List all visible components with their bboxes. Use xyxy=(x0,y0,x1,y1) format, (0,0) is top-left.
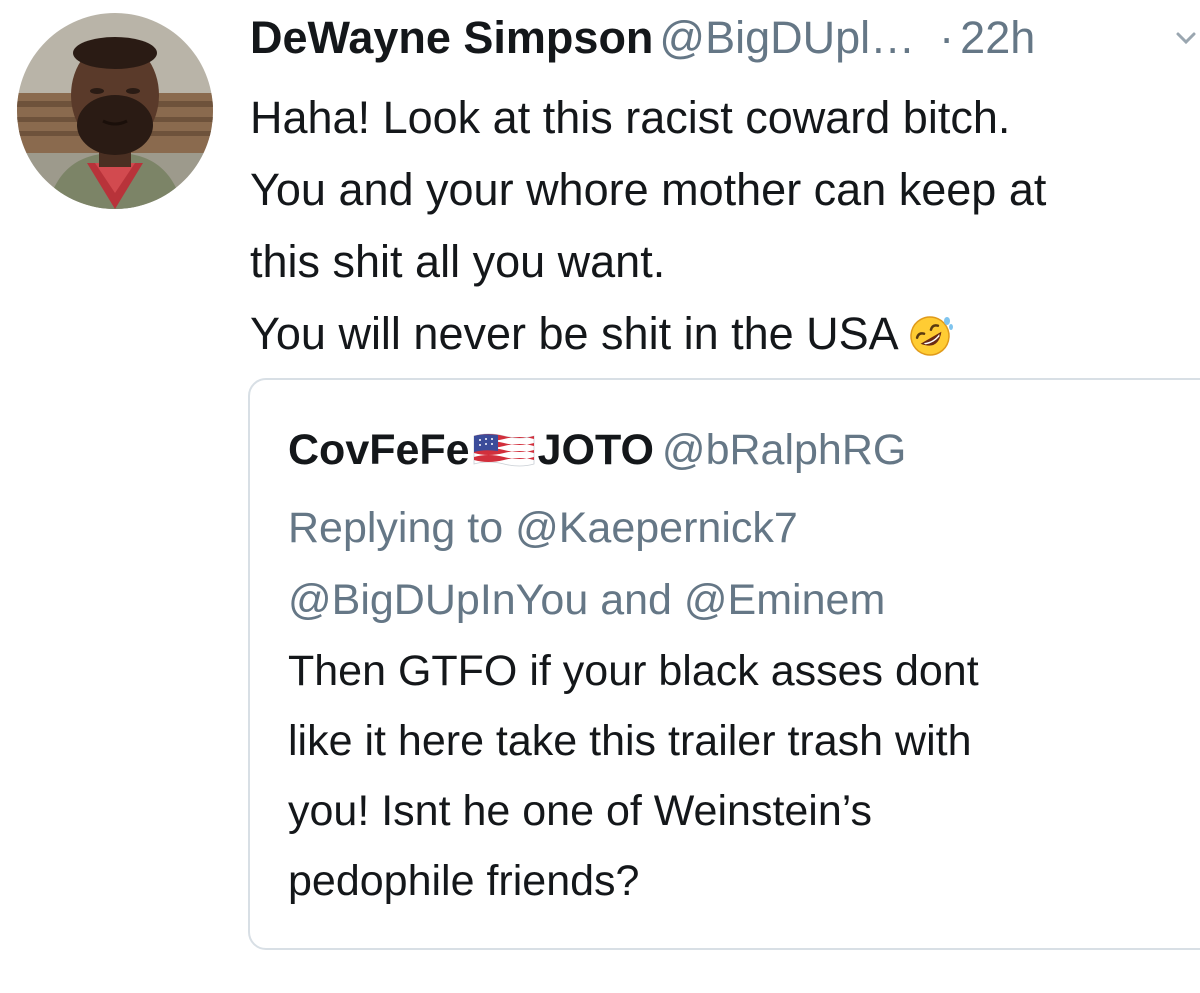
quoted-author-name-part2: JOTO xyxy=(537,426,654,474)
quoted-text-line: like it here take this trailer trash wit… xyxy=(288,717,972,765)
tweet-text-line: You and your whore mother can keep at xyxy=(250,164,1047,215)
quoted-text-line: Then GTFO if your black asses dont xyxy=(288,647,979,695)
replying-to-joiner: and xyxy=(600,576,672,624)
mention-link[interactable]: @BigDUpInYou xyxy=(288,576,588,624)
quoted-text-line: pedophile friends? xyxy=(288,857,640,905)
quoted-author-name-part1: CovFeFe xyxy=(288,426,470,474)
profile-photo-icon xyxy=(17,13,213,209)
separator-dot: · xyxy=(939,12,955,63)
mention-link[interactable]: @Kaepernick7 xyxy=(515,504,798,552)
replying-to-label: Replying to xyxy=(288,504,504,552)
author-name[interactable]: DeWayne Simpson xyxy=(250,12,653,63)
tweet: DeWayne Simpson @BigDUpl… · 22h Haha! Look … xyxy=(0,0,1200,993)
replying-to-line: @BigDUpInYou and @Eminem xyxy=(288,564,885,636)
tweet-text-line: Haha! Look at this racist coward bitch. xyxy=(250,92,1011,143)
tweet-timestamp[interactable]: 22h xyxy=(960,12,1035,63)
mention-link[interactable]: @Eminem xyxy=(684,576,885,624)
rolling-laughing-emoji-icon xyxy=(907,308,953,356)
replying-to-line: Replying to @Kaepernick7 xyxy=(288,492,885,564)
quoted-author-handle: @bRalphRG xyxy=(661,426,907,474)
tweet-text: Haha! Look at this racist coward bitch. … xyxy=(250,82,1200,370)
tweet-text-line-with-emoji: You will never be shit in the USA xyxy=(250,298,1200,370)
author-handle[interactable]: @BigDUpl… xyxy=(659,12,915,63)
tweet-text-line: You will never be shit in the USA xyxy=(250,308,899,359)
quoted-tweet-text: Then GTFO if your black asses dont like … xyxy=(288,636,1188,916)
tweet-header: DeWayne Simpson @BigDUpl… · 22h xyxy=(250,10,1200,66)
quoted-tweet-header: CovFeFe JOTO @bRalphRG xyxy=(288,422,906,478)
chevron-down-icon[interactable] xyxy=(1172,28,1200,52)
quoted-tweet[interactable]: CovFeFe JOTO @bRalphRG Replying to @Kaepe… xyxy=(248,378,1200,950)
us-flag-icon xyxy=(472,426,536,467)
replying-to: Replying to @Kaepernick7 @BigDUpInYou an… xyxy=(288,492,885,636)
author-avatar[interactable] xyxy=(17,13,213,209)
tweet-text-line: this shit all you want. xyxy=(250,236,666,287)
quoted-text-line: you! Isnt he one of Weinstein’s xyxy=(288,787,873,835)
